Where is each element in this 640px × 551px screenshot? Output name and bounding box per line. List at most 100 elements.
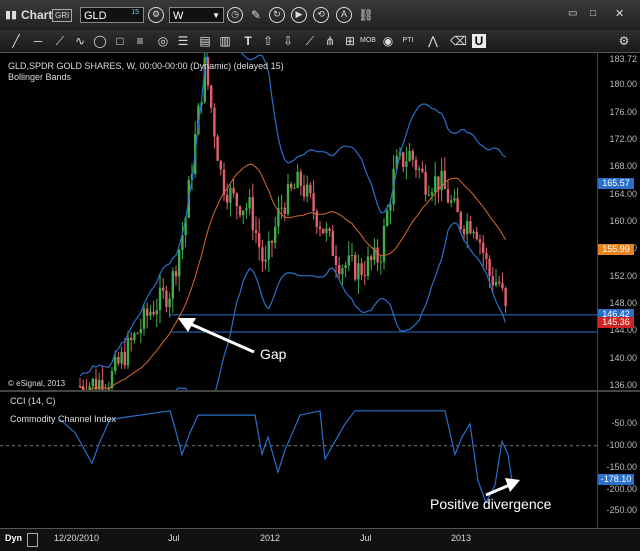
candle-body [306,184,309,197]
pitchfork-icon[interactable]: ⋔ [322,33,338,49]
candle-body [459,212,462,230]
up-arrow-icon[interactable]: ⇧ [260,33,276,49]
ellipse-icon[interactable]: ◯ [92,33,108,49]
fan-icon[interactable]: ⟋ [302,33,318,49]
candle-body [213,107,216,137]
candle-body [328,228,331,231]
candle-body [299,171,302,186]
wave-icon[interactable]: ∿ [72,33,88,49]
eye-icon[interactable]: ◉ [380,33,396,49]
text-icon[interactable]: T [240,33,256,49]
play-icon[interactable]: ▶ [291,7,307,23]
date-axis[interactable]: Dyn 12/20/2010 Jul 2012 Jul 2013 [0,528,640,551]
candle-body [126,337,130,366]
price-tick: 180.00 [609,79,637,90]
candle-body [261,247,264,262]
candle-body [402,152,405,167]
close-icon[interactable]: ✕ [615,6,624,22]
mob-icon[interactable]: MOB [360,33,376,49]
gap-annotation: Gap [260,346,287,362]
target-icon[interactable]: ◎ [155,33,171,49]
candle-body [139,328,142,334]
fib-icon[interactable]: ≡ [132,33,148,49]
u-icon[interactable]: U [472,34,486,48]
candle-body [382,225,386,262]
candle-body [280,207,283,209]
candle-body [430,192,434,195]
price-tick: 164.00 [609,188,637,199]
candle-body [414,159,418,170]
maximize-icon[interactable]: □ [590,6,596,22]
link-chain-icon[interactable]: ⛓ [358,7,374,23]
candle-body [130,337,133,341]
bars2-icon[interactable]: ▥ [217,33,233,49]
candle-body [245,208,248,211]
candle-body [472,231,475,234]
candle-body [424,171,427,195]
candle-body [293,187,296,189]
link-icon[interactable]: ⚙ [148,7,164,23]
cci-axis[interactable]: -50.00 -100.00 -150.00 -200.00 -250.00 [597,392,640,528]
candle-body [405,161,408,167]
eraser-icon[interactable]: ⌫ [450,33,467,49]
candle-body [338,265,341,275]
bars-icon[interactable]: ▤ [197,33,213,49]
candle-body [360,263,363,275]
candle-body [418,168,421,170]
candle-body [443,170,446,189]
dyn-tag[interactable]: Dyn [5,533,22,543]
settings-icon[interactable]: ⚙ [616,33,632,49]
candle-body [389,204,392,211]
price-tick: 148.00 [609,298,637,309]
pti-icon[interactable]: PTI [400,33,416,49]
candle-body [408,150,411,162]
down-arrow-icon[interactable]: ⇩ [280,33,296,49]
candle-body [446,188,450,203]
price-tick: 176.00 [609,106,637,117]
candle-body [270,240,274,243]
candle-body [453,198,456,201]
price-chart [78,53,597,390]
grid-icon[interactable]: ☰ [175,33,191,49]
candle-body [482,242,485,254]
restore-icon[interactable]: ▭ [568,6,577,22]
candle-body [155,310,158,315]
cci-tick: -50.00 [611,417,637,428]
wave2-icon[interactable]: ⋀ [425,33,441,49]
cci-tick: -250.00 [606,505,637,516]
clock-icon[interactable]: ◷ [227,7,243,23]
draw-icon[interactable]: ⟋ [52,33,68,49]
interval-select[interactable]: W ▼ [169,7,224,23]
chevron-down-icon: ▼ [212,11,220,20]
scroll-handle-icon[interactable] [27,533,38,547]
candle-body [238,206,242,216]
replay-icon[interactable]: ⟲ [313,7,329,23]
symbol-line: GLD,SPDR GOLD SHARES, W, 00:00-00:00 (Dy… [8,61,284,71]
candle-body [165,290,168,308]
price-axis[interactable]: 183.72 180.00 176.00 172.00 168.00 164.00 160.… [597,53,640,390]
cci-line [59,410,513,505]
price-panel[interactable]: GLD,SPDR GOLD SHARES, W, 00:00-00:00 (Dy… [0,53,597,390]
candle-body [274,226,277,243]
pencil-icon[interactable]: ✎ [248,7,264,23]
candle-body [258,233,261,248]
line-icon[interactable]: ╱ [8,33,24,49]
price-tick: 160.00 [609,216,637,227]
refresh-icon[interactable]: ↻ [269,7,285,23]
alert-icon[interactable]: A [336,7,352,23]
candle-body [322,228,325,234]
candle-body [427,194,430,196]
candle-body [114,357,117,372]
candle-body [466,221,469,235]
price-tick: 183.72 [609,54,637,64]
hline-icon[interactable]: ─ [30,33,46,49]
crosshair-icon[interactable]: ⊞ [342,33,358,49]
cci-title: CCI (14, C) [10,396,56,406]
symbol-input[interactable]: GLD 15 [80,7,144,23]
candle-body [210,85,213,108]
candle-body [325,228,328,234]
interval-value: W [173,10,184,22]
rect-icon[interactable]: □ [112,33,128,49]
candle-body [98,379,101,390]
candle-body [411,150,414,160]
